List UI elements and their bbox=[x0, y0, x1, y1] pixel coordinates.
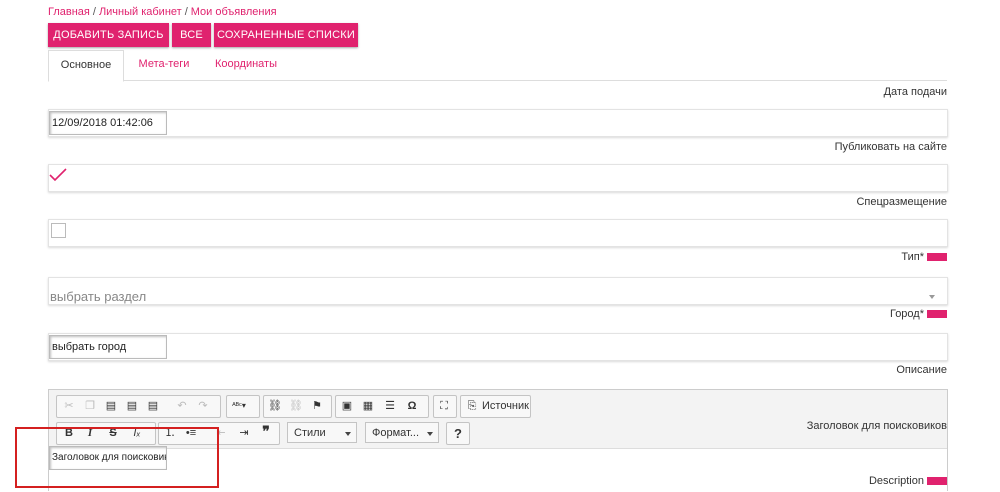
chevron-down-icon bbox=[427, 432, 433, 436]
redo-icon[interactable]: ↷ bbox=[194, 398, 212, 414]
type-label: Тип* bbox=[901, 251, 947, 263]
tab-coordinates[interactable]: Координаты bbox=[206, 50, 286, 79]
breadcrumb-my-ads[interactable]: Мои объявления bbox=[191, 6, 277, 18]
city-row bbox=[48, 333, 948, 361]
image-icon[interactable]: ▣ bbox=[338, 398, 356, 414]
seo-title-label: Заголовок для поисковиков bbox=[806, 420, 947, 432]
publish-row bbox=[48, 164, 948, 192]
cut-icon[interactable]: ✂ bbox=[60, 398, 78, 414]
type-label-text: Тип* bbox=[901, 251, 924, 263]
publish-checkmark-icon[interactable] bbox=[49, 168, 67, 182]
blockquote-icon[interactable]: ❞ bbox=[257, 425, 275, 441]
chevron-down-icon bbox=[929, 295, 935, 299]
date-label: Дата подачи bbox=[883, 86, 947, 98]
publish-label: Публиковать на сайте bbox=[834, 141, 947, 153]
insert-group: ▣ ▦ ☰ Ω bbox=[335, 395, 429, 418]
chevron-down-icon bbox=[345, 432, 351, 436]
special-placement-label: Спецразмещение bbox=[856, 196, 947, 208]
link-icon[interactable]: ⛓ bbox=[266, 398, 284, 414]
description-label: Описание bbox=[896, 364, 947, 376]
spellcheck-icon[interactable]: ᴬᴮᶜ▾ bbox=[230, 398, 248, 414]
styles-dropdown[interactable]: Стили bbox=[287, 422, 357, 443]
city-label-text: Город* bbox=[889, 308, 924, 320]
tab-bar: Основное Мета-теги Координаты bbox=[48, 50, 947, 82]
meta-description-label-text: Description bbox=[868, 475, 924, 487]
breadcrumb-cabinet[interactable]: Личный кабинет bbox=[99, 6, 182, 18]
paste-icon[interactable]: ▤ bbox=[102, 398, 120, 414]
date-row bbox=[48, 109, 948, 137]
type-select[interactable] bbox=[48, 277, 948, 305]
format-dropdown[interactable]: Формат... bbox=[365, 422, 439, 443]
spellcheck-group: ᴬᴮᶜ▾ bbox=[226, 395, 260, 418]
paste-word-icon[interactable]: ▤ bbox=[144, 398, 162, 414]
unlink-icon[interactable]: ⛓ bbox=[287, 398, 305, 414]
breadcrumb-home[interactable]: Главная bbox=[48, 6, 90, 18]
saved-lists-button[interactable]: Сохраненные списки bbox=[214, 23, 358, 47]
highlight-annotation-box bbox=[15, 427, 219, 488]
help-button[interactable]: ? bbox=[446, 422, 470, 445]
type-select-placeholder: выбрать раздел bbox=[50, 289, 147, 304]
city-input[interactable]: выбрать город bbox=[49, 335, 167, 359]
table-icon[interactable]: ▦ bbox=[359, 398, 377, 414]
source-button[interactable]: ⎘ Источник bbox=[460, 395, 531, 418]
special-placement-row bbox=[48, 219, 948, 247]
anchor-flag-icon[interactable]: ⚑ bbox=[308, 398, 326, 414]
required-marker bbox=[927, 477, 947, 486]
tab-meta-tags[interactable]: Мета-теги bbox=[128, 50, 200, 79]
copy-icon[interactable]: ❐ bbox=[81, 398, 99, 414]
source-icon: ⎘ bbox=[467, 400, 477, 412]
undo-icon[interactable]: ↶ bbox=[173, 398, 191, 414]
city-label: Город* bbox=[890, 308, 947, 320]
tab-main[interactable]: Основное bbox=[48, 50, 124, 82]
meta-description-label: Description bbox=[869, 475, 947, 487]
required-marker bbox=[927, 310, 947, 319]
maximize-group: ⛶ bbox=[433, 395, 457, 418]
special-char-icon[interactable]: Ω bbox=[403, 398, 421, 414]
styles-dropdown-label: Стили bbox=[294, 427, 326, 439]
all-button[interactable]: Все bbox=[172, 23, 211, 47]
breadcrumb: Главная / Личный кабинет / Мои объявления bbox=[48, 6, 277, 18]
breadcrumb-separator: / bbox=[92, 6, 96, 18]
horizontal-line-icon[interactable]: ☰ bbox=[381, 398, 399, 414]
source-label: Источник bbox=[482, 400, 529, 412]
add-record-button[interactable]: Добавить запись bbox=[48, 23, 169, 47]
special-placement-checkbox[interactable] bbox=[51, 223, 66, 238]
clipboard-group: ✂ ❐ ▤ ▤ ▤ ↶ ↷ bbox=[56, 395, 221, 418]
maximize-icon[interactable]: ⛶ bbox=[435, 398, 453, 414]
date-input[interactable]: 12/09/2018 01:42:06 bbox=[49, 111, 167, 135]
indent-icon[interactable]: ⇥ bbox=[235, 425, 253, 441]
paste-text-icon[interactable]: ▤ bbox=[123, 398, 141, 414]
link-group: ⛓ ⛓ ⚑ bbox=[263, 395, 332, 418]
format-dropdown-label: Формат... bbox=[372, 427, 420, 439]
breadcrumb-separator: / bbox=[184, 6, 188, 18]
required-marker bbox=[927, 253, 947, 262]
